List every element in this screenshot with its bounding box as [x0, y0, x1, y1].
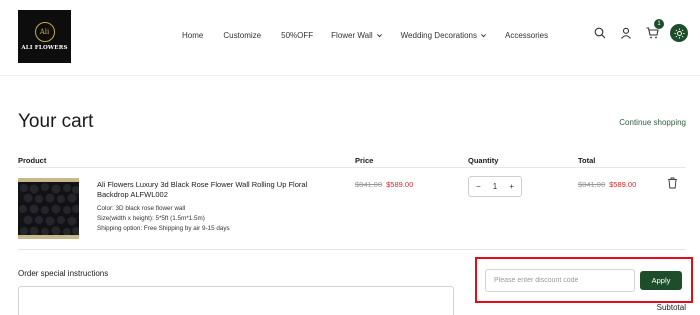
total-sale: $589.00 [609, 180, 637, 189]
logo-emblem: Ali [34, 22, 55, 42]
brand-logo[interactable]: Ali ALI FLOWERS [18, 10, 71, 63]
product-color: Color: 3D black rose flower wall [97, 205, 186, 212]
nav-item-label: 50%OFF [281, 31, 314, 40]
product-price: $841.00 $589.00 [355, 180, 413, 189]
user-icon [621, 27, 631, 39]
nav-item-50off[interactable]: 50%OFF [281, 31, 313, 40]
nav-item-label: Accessories [504, 31, 549, 40]
nav-item-label: Flower Wall [331, 31, 373, 40]
trash-icon[interactable] [667, 177, 678, 189]
continue-shopping-link[interactable]: Continue shopping [619, 118, 686, 127]
product-size: Size(width x height): 5*5ft (1.5m*1.5m) [97, 215, 205, 222]
page-title: Your cart [18, 111, 94, 132]
cart-icon [646, 27, 659, 39]
cart-button[interactable]: 1 [644, 19, 664, 41]
search-button[interactable] [592, 25, 608, 41]
section-divider [18, 249, 686, 250]
instructions-textarea[interactable] [18, 286, 454, 315]
chevron-down-icon [376, 34, 382, 38]
total-original: $841.00 [578, 180, 606, 189]
quantity-decrease-button[interactable]: − [476, 182, 481, 191]
header-icons: 1 [592, 19, 688, 42]
column-header-quantity: Quantity [468, 156, 499, 165]
nav-item-label: Wedding Decorations [400, 31, 477, 40]
column-header-total: Total [578, 156, 596, 165]
table-divider [18, 167, 686, 168]
nav-item-label: Home [182, 31, 204, 40]
sun-icon [673, 27, 685, 39]
nav-item-home[interactable]: Home [182, 31, 203, 40]
price-original: $841.00 [355, 180, 383, 189]
account-button[interactable] [618, 25, 634, 41]
price-sale: $589.00 [386, 180, 414, 189]
product-image[interactable] [18, 178, 79, 239]
column-header-price: Price [355, 156, 374, 165]
site-header: Ali ALI FLOWERS Home Customize 50%OFF Fl… [0, 0, 700, 76]
main-nav: Home Customize 50%OFF Flower Wall Weddin… [182, 31, 548, 40]
black-rose-wall-image [18, 178, 79, 239]
search-icon [594, 27, 606, 39]
column-header-product: Product [18, 156, 47, 165]
product-shipping: Shipping option: Free Shipping by air 9-… [97, 225, 230, 232]
cart-count-badge: 1 [654, 19, 664, 29]
logo-text: ALI FLOWERS [21, 45, 68, 51]
nav-item-customize[interactable]: Customize [223, 31, 261, 40]
line-total: $841.00 $589.00 [578, 180, 636, 189]
quantity-increase-button[interactable]: + [509, 182, 514, 191]
theme-toggle-button[interactable] [670, 24, 688, 42]
quantity-stepper: − 1 + [468, 176, 522, 197]
nav-item-wedding-decorations[interactable]: Wedding Decorations [401, 31, 487, 40]
apply-discount-button[interactable]: Apply [640, 271, 682, 290]
nav-item-accessories[interactable]: Accessories [505, 31, 548, 40]
discount-code-input[interactable] [485, 269, 635, 292]
chevron-down-icon [481, 34, 486, 38]
quantity-value[interactable]: 1 [493, 182, 497, 191]
instructions-label: Order special instructions [18, 269, 109, 278]
nav-item-label: Customize [223, 31, 262, 40]
nav-item-flower-wall[interactable]: Flower Wall [331, 31, 382, 40]
subtotal-label: Subtotal [656, 303, 686, 312]
product-name-link[interactable]: Ali Flowers Luxury 3d Black Rose Flower … [97, 180, 317, 200]
